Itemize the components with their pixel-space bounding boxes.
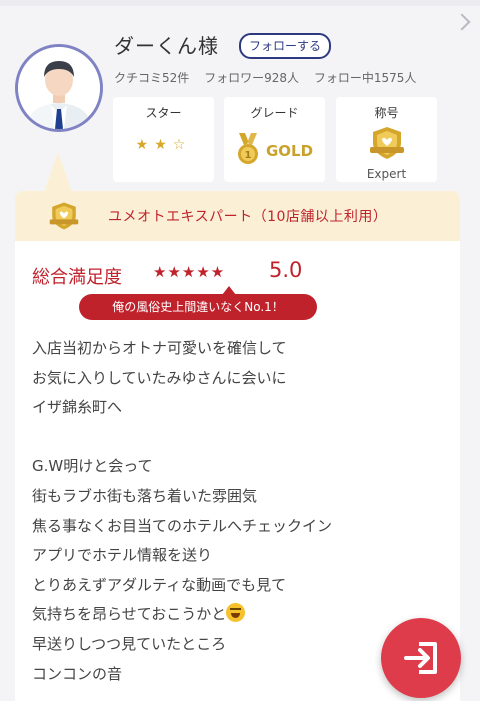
rank-value: Expert (366, 167, 407, 181)
satisfaction-stars: ★★★★★ (153, 263, 226, 281)
gold-medal-icon: 1 (236, 133, 260, 169)
review-line (32, 423, 332, 453)
review-line: 焦る事なくお目当てのホテルへチェックイン (32, 516, 333, 535)
svg-text:1: 1 (244, 150, 251, 161)
banner-pointer (44, 152, 72, 192)
chevron-right-icon[interactable] (453, 13, 471, 31)
reviews-count[interactable]: クチコミ52件 (114, 71, 189, 85)
login-icon (404, 642, 437, 674)
review-line: コンコンの音 (32, 664, 123, 683)
user-avatar[interactable] (15, 44, 103, 132)
rank-card-title: 称号 (374, 106, 399, 120)
review-line: お気に入りしていたみゆさんに会いに (32, 368, 287, 387)
satisfaction-label: 総合満足度 (32, 267, 122, 288)
review-line: イザ錦糸町へ (32, 398, 123, 417)
expert-shield-icon (336, 125, 437, 165)
top-divider (0, 0, 480, 6)
expert-banner-text: ユメオトエキスパート（10店舗以上利用） (108, 209, 388, 225)
user-name: ダーくん様 (114, 34, 219, 58)
following-count[interactable]: フォロー中1575人 (314, 71, 417, 85)
grade-card-title: グレード (250, 106, 299, 120)
review-body: 入店当初からオトナ可愛いを確信して お気に入りしていたみゆさんに会いに イザ錦糸… (32, 334, 332, 689)
grade-value: GOLD (265, 142, 314, 160)
review-line: 早送りしつつ見ていたところ (32, 634, 227, 653)
star-rating: ★★☆ (135, 137, 192, 153)
review-line: 気持ちを昂らせておこうかと (32, 600, 332, 630)
review-line: アプリでホテル情報を送り (32, 546, 213, 565)
satisfaction-score: 5.0 (269, 258, 303, 282)
review-line: G.W明けと会って (32, 457, 153, 476)
review-headline: 俺の風俗史上間違いなくNo.1！ (79, 294, 317, 320)
review-line: 街もラブホ街も落ち着いた雰囲気 (32, 486, 258, 505)
user-stats: クチコミ52件 フォロワー928人 フォロー中1575人 (114, 69, 427, 86)
expert-banner: ユメオトエキスパート（10店舗以上利用） (15, 191, 460, 241)
follow-button[interactable]: フォローする (239, 33, 332, 59)
rank-card: 称号 Expert (336, 97, 437, 182)
review-line: 入店当初からオトナ可愛いを確信して (32, 339, 287, 357)
review-line: とりあえずアダルティな動画でも見て (32, 575, 287, 594)
grade-card: グレード 1 GOLD (224, 97, 325, 182)
expert-badge-icon (48, 199, 80, 237)
laughing-emoji-icon (226, 603, 246, 623)
star-card-title: スター (145, 106, 182, 120)
login-button[interactable] (381, 618, 461, 698)
followers-count[interactable]: フォロワー928人 (204, 71, 299, 85)
star-card: スター ★★☆ (113, 97, 214, 182)
review-line-text: 気持ちを昂らせておこうかと (32, 605, 227, 624)
